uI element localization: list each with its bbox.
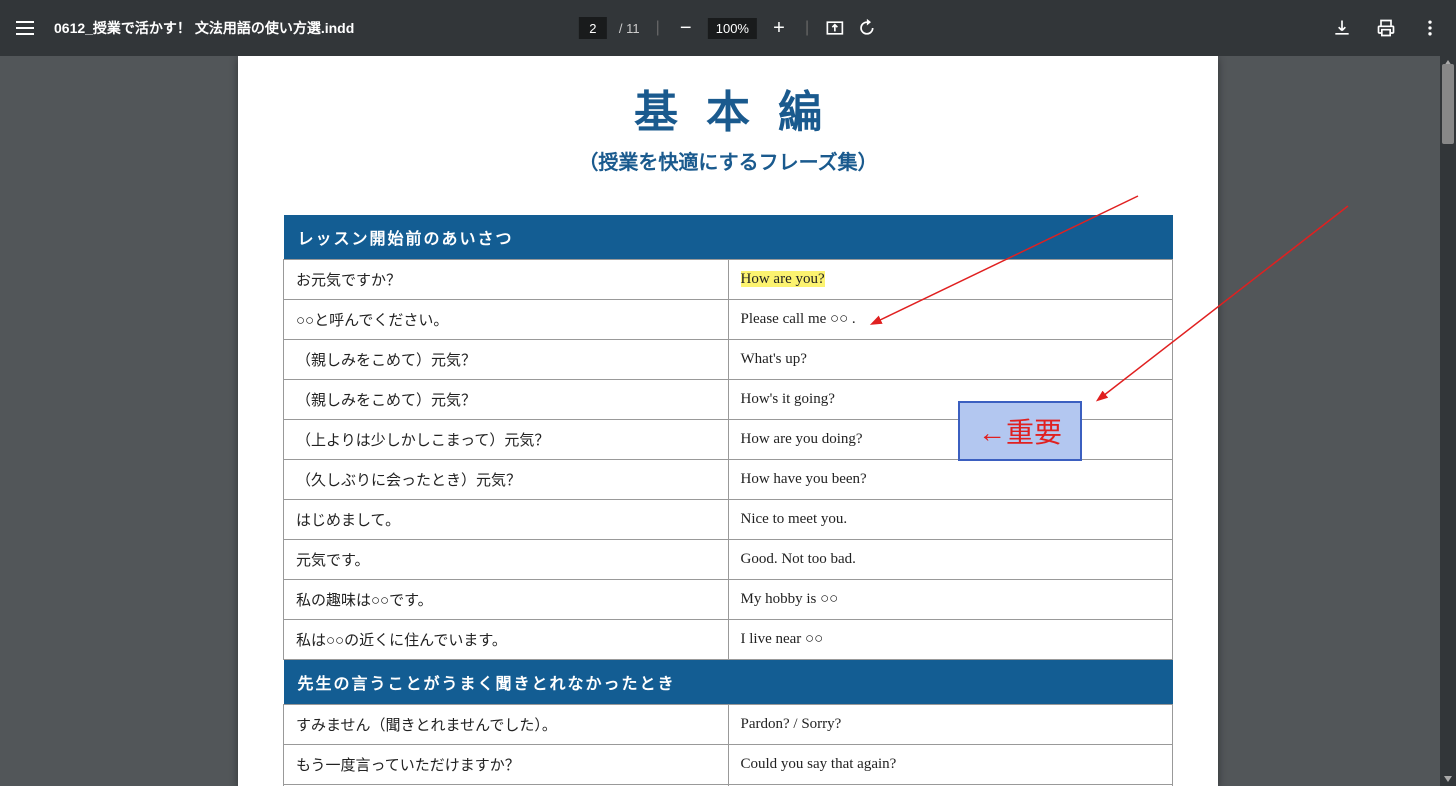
vertical-scrollbar[interactable] (1440, 56, 1456, 786)
zoom-in-button[interactable]: + (769, 17, 789, 40)
phrase-jp: はじめまして。 (284, 500, 729, 540)
page-number-input[interactable] (579, 17, 607, 39)
scroll-down-icon[interactable] (1444, 776, 1452, 784)
phrase-en: How are you doing? (728, 420, 1173, 460)
phrase-en: How's it going? (728, 380, 1173, 420)
phrase-jp: 元気です。 (284, 540, 729, 580)
scrollbar-thumb[interactable] (1442, 64, 1454, 144)
page-title: 基本編 (238, 76, 1218, 140)
phrase-en: Please call me ○○ . (728, 300, 1173, 340)
page-subtitle: （授業を快適にするフレーズ集） (238, 146, 1218, 175)
table-row: 私は○○の近くに住んでいます。I live near ○○ (284, 620, 1173, 660)
highlighted-text: How are you? (741, 271, 825, 287)
phrase-en: My hobby is ○○ (728, 580, 1173, 620)
section-header: レッスン開始前のあいさつ (284, 215, 1173, 260)
zoom-level: 100% (708, 18, 757, 39)
document-filename: 0612_授業で活かす！ 文法用語の使い方選.indd (54, 18, 354, 38)
table-row: はじめまして。Nice to meet you. (284, 500, 1173, 540)
phrase-jp: もう一度言っていただけますか？ (284, 745, 729, 785)
phrase-jp: すみません（聞きとれませんでした）。 (284, 705, 729, 745)
print-icon[interactable] (1376, 18, 1396, 38)
table-row: 元気です。Good. Not too bad. (284, 540, 1173, 580)
phrase-jp: 私の趣味は○○です。 (284, 580, 729, 620)
menu-icon[interactable] (16, 21, 34, 35)
phrase-jp: お元気ですか？ (284, 260, 729, 300)
phrase-en: Pardon? / Sorry? (728, 705, 1173, 745)
annotation-box[interactable]: ←重要 (958, 401, 1082, 461)
phrase-table-2: 先生の言うことがうまく聞きとれなかったとき すみません（聞きとれませんでした）。… (283, 660, 1173, 786)
pdf-page: 基本編 （授業を快適にするフレーズ集） レッスン開始前のあいさつ お元気ですか？… (238, 56, 1218, 786)
phrase-en: How are you? (728, 260, 1173, 300)
table-row: （親しみをこめて）元気？What's up? (284, 340, 1173, 380)
phrase-jp: （親しみをこめて）元気？ (284, 380, 729, 420)
phrase-jp: ○○と呼んでください。 (284, 300, 729, 340)
phrase-en: What's up? (728, 340, 1173, 380)
pdf-toolbar: 0612_授業で活かす！ 文法用語の使い方選.indd / 11 | − 100… (0, 0, 1456, 56)
fit-page-icon[interactable] (825, 18, 845, 38)
phrase-jp: （久しぶりに会ったとき）元気？ (284, 460, 729, 500)
phrase-jp: （上よりは少しかしこまって）元気？ (284, 420, 729, 460)
annotation-text: ←重要 (978, 418, 1062, 449)
table-row: （久しぶりに会ったとき）元気？How have you been? (284, 460, 1173, 500)
rotate-icon[interactable] (857, 18, 877, 38)
phrase-en: I live near ○○ (728, 620, 1173, 660)
page-total: / 11 (619, 21, 640, 36)
table-row: もう一度言っていただけますか？Could you say that again? (284, 745, 1173, 785)
phrase-en: Nice to meet you. (728, 500, 1173, 540)
more-icon[interactable] (1420, 18, 1440, 38)
phrase-en: How have you been? (728, 460, 1173, 500)
phrase-jp: 私は○○の近くに住んでいます。 (284, 620, 729, 660)
phrase-en: Could you say that again? (728, 745, 1173, 785)
table-row: お元気ですか？ How are you? (284, 260, 1173, 300)
document-viewport[interactable]: 基本編 （授業を快適にするフレーズ集） レッスン開始前のあいさつ お元気ですか？… (0, 56, 1456, 786)
table-row: ○○と呼んでください。Please call me ○○ . (284, 300, 1173, 340)
table-row: すみません（聞きとれませんでした）。Pardon? / Sorry? (284, 705, 1173, 745)
download-icon[interactable] (1332, 18, 1352, 38)
zoom-out-button[interactable]: − (676, 17, 696, 40)
phrase-jp: （親しみをこめて）元気？ (284, 340, 729, 380)
section-header: 先生の言うことがうまく聞きとれなかったとき (284, 660, 1173, 705)
phrase-en: Good. Not too bad. (728, 540, 1173, 580)
table-row: 私の趣味は○○です。My hobby is ○○ (284, 580, 1173, 620)
